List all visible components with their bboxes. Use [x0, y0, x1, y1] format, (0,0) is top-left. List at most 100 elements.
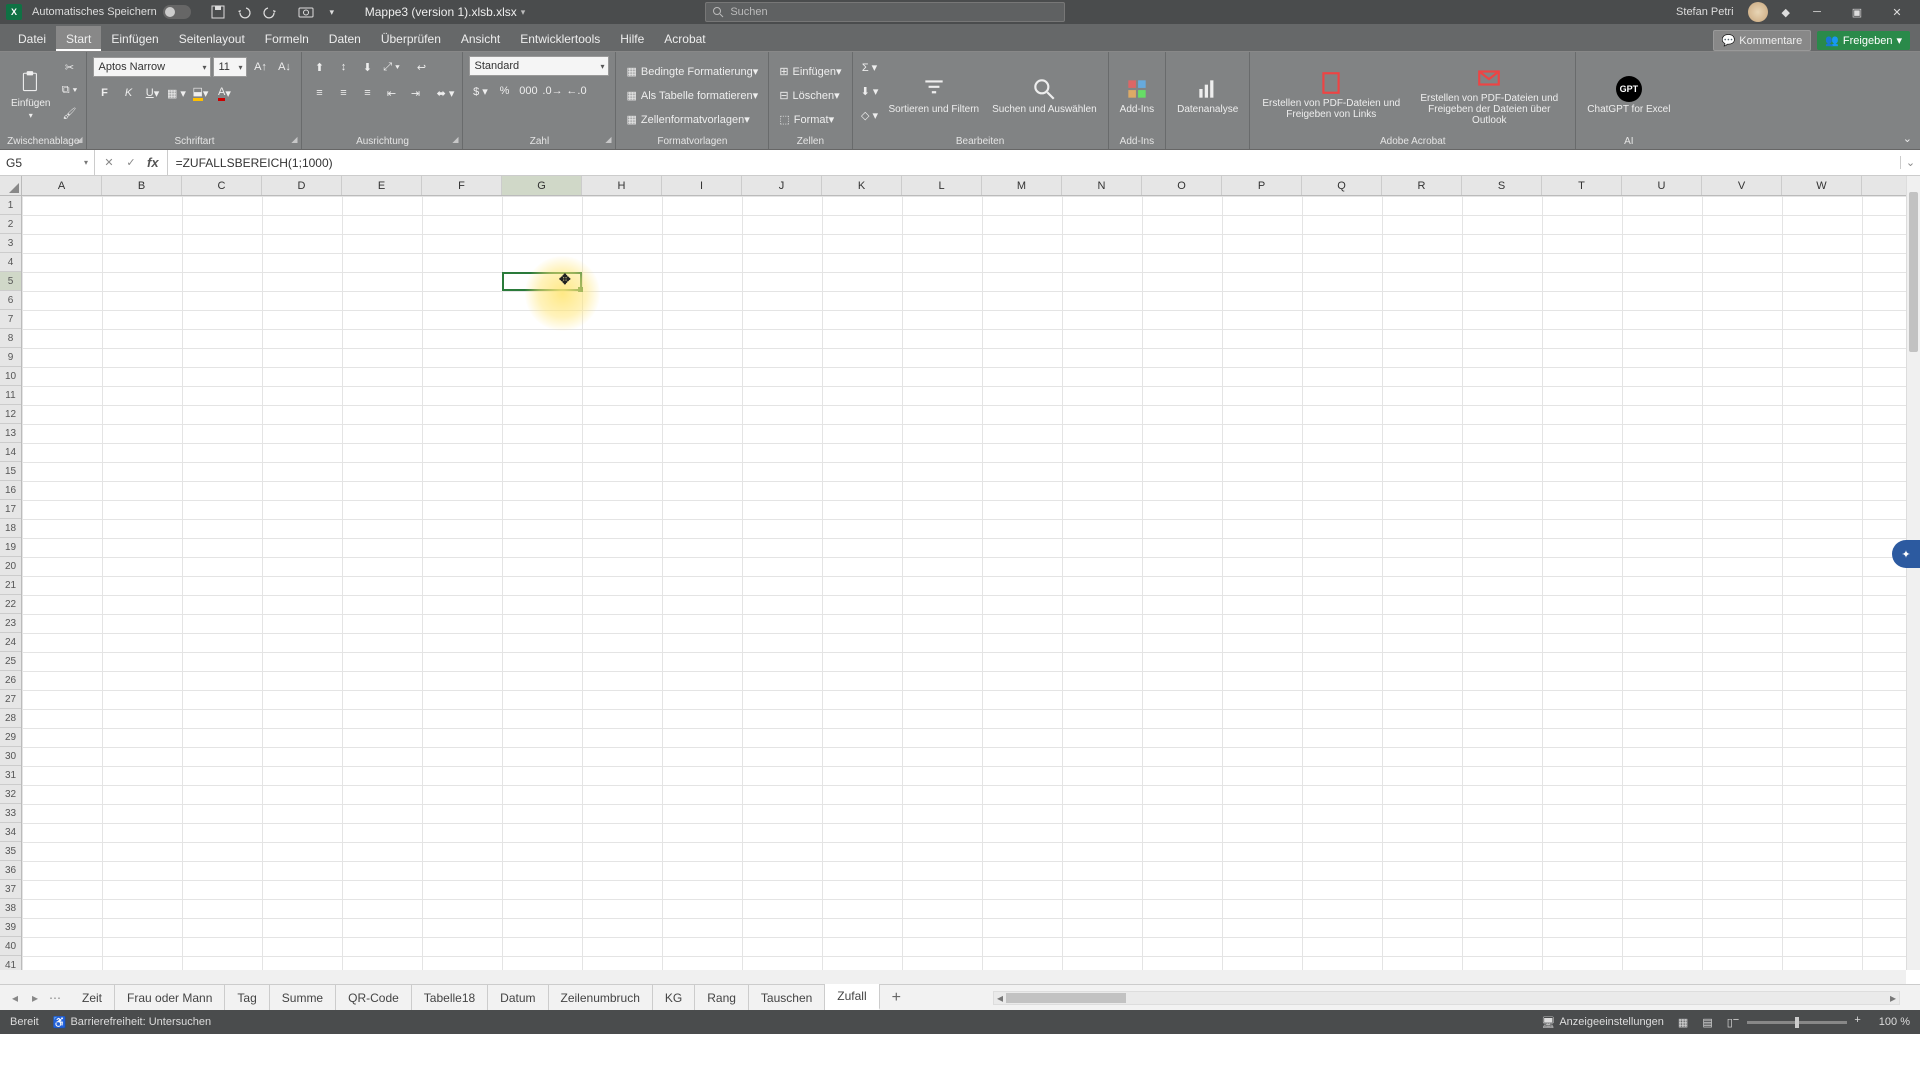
merge-icon[interactable]: ⬌ ▾	[434, 82, 456, 104]
tab-formeln[interactable]: Formeln	[255, 26, 319, 51]
formula-expand-icon[interactable]: ⌄	[1900, 156, 1920, 169]
col-header[interactable]: M	[982, 176, 1062, 195]
row-header[interactable]: 5	[0, 272, 21, 291]
col-header[interactable]: D	[262, 176, 342, 195]
hscroll-right-icon[interactable]: ▸	[1887, 992, 1899, 1004]
percent-icon[interactable]: %	[493, 80, 515, 102]
col-header[interactable]: H	[582, 176, 662, 195]
row-header[interactable]: 1	[0, 196, 21, 215]
col-header[interactable]: J	[742, 176, 822, 195]
row-header[interactable]: 3	[0, 234, 21, 253]
launcher-icon[interactable]: ◢	[452, 135, 458, 144]
display-settings-button[interactable]: 🖥 Anzeigeeinstellungen	[1541, 1016, 1664, 1029]
autosum-icon[interactable]: Σ ▾	[859, 56, 881, 78]
decrease-font-icon[interactable]: A↓	[273, 56, 295, 78]
align-middle-icon[interactable]: ↕	[332, 56, 354, 78]
underline-icon[interactable]: U ▾	[141, 82, 163, 104]
row-header[interactable]: 19	[0, 538, 21, 557]
increase-indent-icon[interactable]: ⇥	[404, 82, 426, 104]
col-header[interactable]: V	[1702, 176, 1782, 195]
sheet-tab[interactable]: Tauschen	[749, 985, 825, 1010]
close-icon[interactable]: ✕	[1884, 2, 1910, 22]
search-input[interactable]: Suchen	[705, 2, 1065, 22]
select-all-corner[interactable]	[0, 176, 22, 196]
addins-button[interactable]: Add-Ins	[1115, 56, 1159, 134]
col-header[interactable]: P	[1222, 176, 1302, 195]
redo-icon[interactable]	[259, 2, 281, 22]
row-header[interactable]: 23	[0, 614, 21, 633]
row-header[interactable]: 15	[0, 462, 21, 481]
italic-icon[interactable]: K	[117, 82, 139, 104]
cut-icon[interactable]: ✂	[58, 56, 80, 78]
cond-format-button[interactable]: ▦ Bedingte Formatierung ▾	[622, 61, 762, 83]
increase-font-icon[interactable]: A↑	[249, 56, 271, 78]
align-bottom-icon[interactable]: ⬇	[356, 56, 378, 78]
chatgpt-button[interactable]: GPT ChatGPT for Excel	[1582, 56, 1675, 134]
cell-styles-button[interactable]: ▦ Zellenformatvorlagen ▾	[622, 109, 753, 131]
increase-decimal-icon[interactable]: .0→	[541, 80, 563, 102]
fill-color-icon[interactable]: ⬓ ▾	[189, 82, 211, 104]
tab-ansicht[interactable]: Ansicht	[451, 26, 510, 51]
vertical-scrollbar[interactable]	[1906, 176, 1920, 970]
row-header[interactable]: 11	[0, 386, 21, 405]
sheet-tab[interactable]: Zeit	[70, 985, 115, 1010]
col-header[interactable]: E	[342, 176, 422, 195]
clear-icon[interactable]: ◇ ▾	[859, 104, 881, 126]
row-header[interactable]: 26	[0, 671, 21, 690]
col-header[interactable]: Q	[1302, 176, 1382, 195]
row-header[interactable]: 40	[0, 937, 21, 956]
comma-icon[interactable]: 000	[517, 80, 539, 102]
sheet-tab[interactable]: Datum	[488, 985, 548, 1010]
row-header[interactable]: 14	[0, 443, 21, 462]
col-header[interactable]: S	[1462, 176, 1542, 195]
share-button[interactable]: 👥 Freigeben ▾	[1817, 31, 1910, 50]
row-header[interactable]: 8	[0, 329, 21, 348]
row-header[interactable]: 9	[0, 348, 21, 367]
comments-button[interactable]: 💬 Kommentare	[1713, 30, 1812, 51]
row-header[interactable]: 31	[0, 766, 21, 785]
sheet-nav-next-icon[interactable]: ▸	[26, 991, 44, 1005]
row-header[interactable]: 34	[0, 823, 21, 842]
row-header[interactable]: 21	[0, 576, 21, 595]
row-header[interactable]: 38	[0, 899, 21, 918]
tab-seitenlayout[interactable]: Seitenlayout	[169, 26, 255, 51]
selected-cell[interactable]	[502, 272, 582, 291]
row-header[interactable]: 39	[0, 918, 21, 937]
save-icon[interactable]	[207, 2, 229, 22]
sheet-nav-menu-icon[interactable]: ⋯	[46, 991, 64, 1005]
col-header[interactable]: G	[502, 176, 582, 195]
diamond-icon[interactable]: ◆	[1782, 6, 1790, 19]
col-header[interactable]: F	[422, 176, 502, 195]
enter-formula-icon[interactable]: ✓	[121, 153, 141, 173]
name-box[interactable]: G5▾	[0, 150, 95, 175]
decrease-indent-icon[interactable]: ⇤	[380, 82, 402, 104]
col-header[interactable]: A	[22, 176, 102, 195]
row-header[interactable]: 29	[0, 728, 21, 747]
tab-entwicklertools[interactable]: Entwicklertools	[510, 26, 610, 51]
view-pagelayout-icon[interactable]: ▤	[1702, 1016, 1712, 1029]
zoom-level[interactable]: 100 %	[1879, 1016, 1910, 1028]
col-header[interactable]: W	[1782, 176, 1862, 195]
col-header[interactable]: T	[1542, 176, 1622, 195]
sheet-tab[interactable]: Summe	[270, 985, 336, 1010]
row-header[interactable]: 36	[0, 861, 21, 880]
decrease-decimal-icon[interactable]: ←.0	[565, 80, 587, 102]
undo-icon[interactable]	[233, 2, 255, 22]
row-header[interactable]: 10	[0, 367, 21, 386]
horizontal-scrollbar[interactable]: ◂ ▸	[993, 991, 1900, 1005]
number-format-combo[interactable]: Standard▾	[469, 56, 609, 76]
insert-cells-button[interactable]: ⊞ Einfügen ▾	[775, 61, 845, 83]
hscroll-left-icon[interactable]: ◂	[994, 992, 1006, 1004]
minimize-icon[interactable]: ─	[1804, 2, 1830, 22]
row-header[interactable]: 22	[0, 595, 21, 614]
format-painter-icon[interactable]: 🖌	[58, 102, 80, 124]
col-header[interactable]: K	[822, 176, 902, 195]
launcher-icon[interactable]: ◢	[76, 135, 82, 144]
row-header[interactable]: 6	[0, 291, 21, 310]
delete-cells-button[interactable]: ⊟ Löschen ▾	[775, 85, 843, 107]
row-header[interactable]: 27	[0, 690, 21, 709]
autosave-toggle[interactable]	[163, 5, 191, 19]
row-header[interactable]: 24	[0, 633, 21, 652]
col-header[interactable]: U	[1622, 176, 1702, 195]
sheet-tab[interactable]: Rang	[695, 985, 749, 1010]
